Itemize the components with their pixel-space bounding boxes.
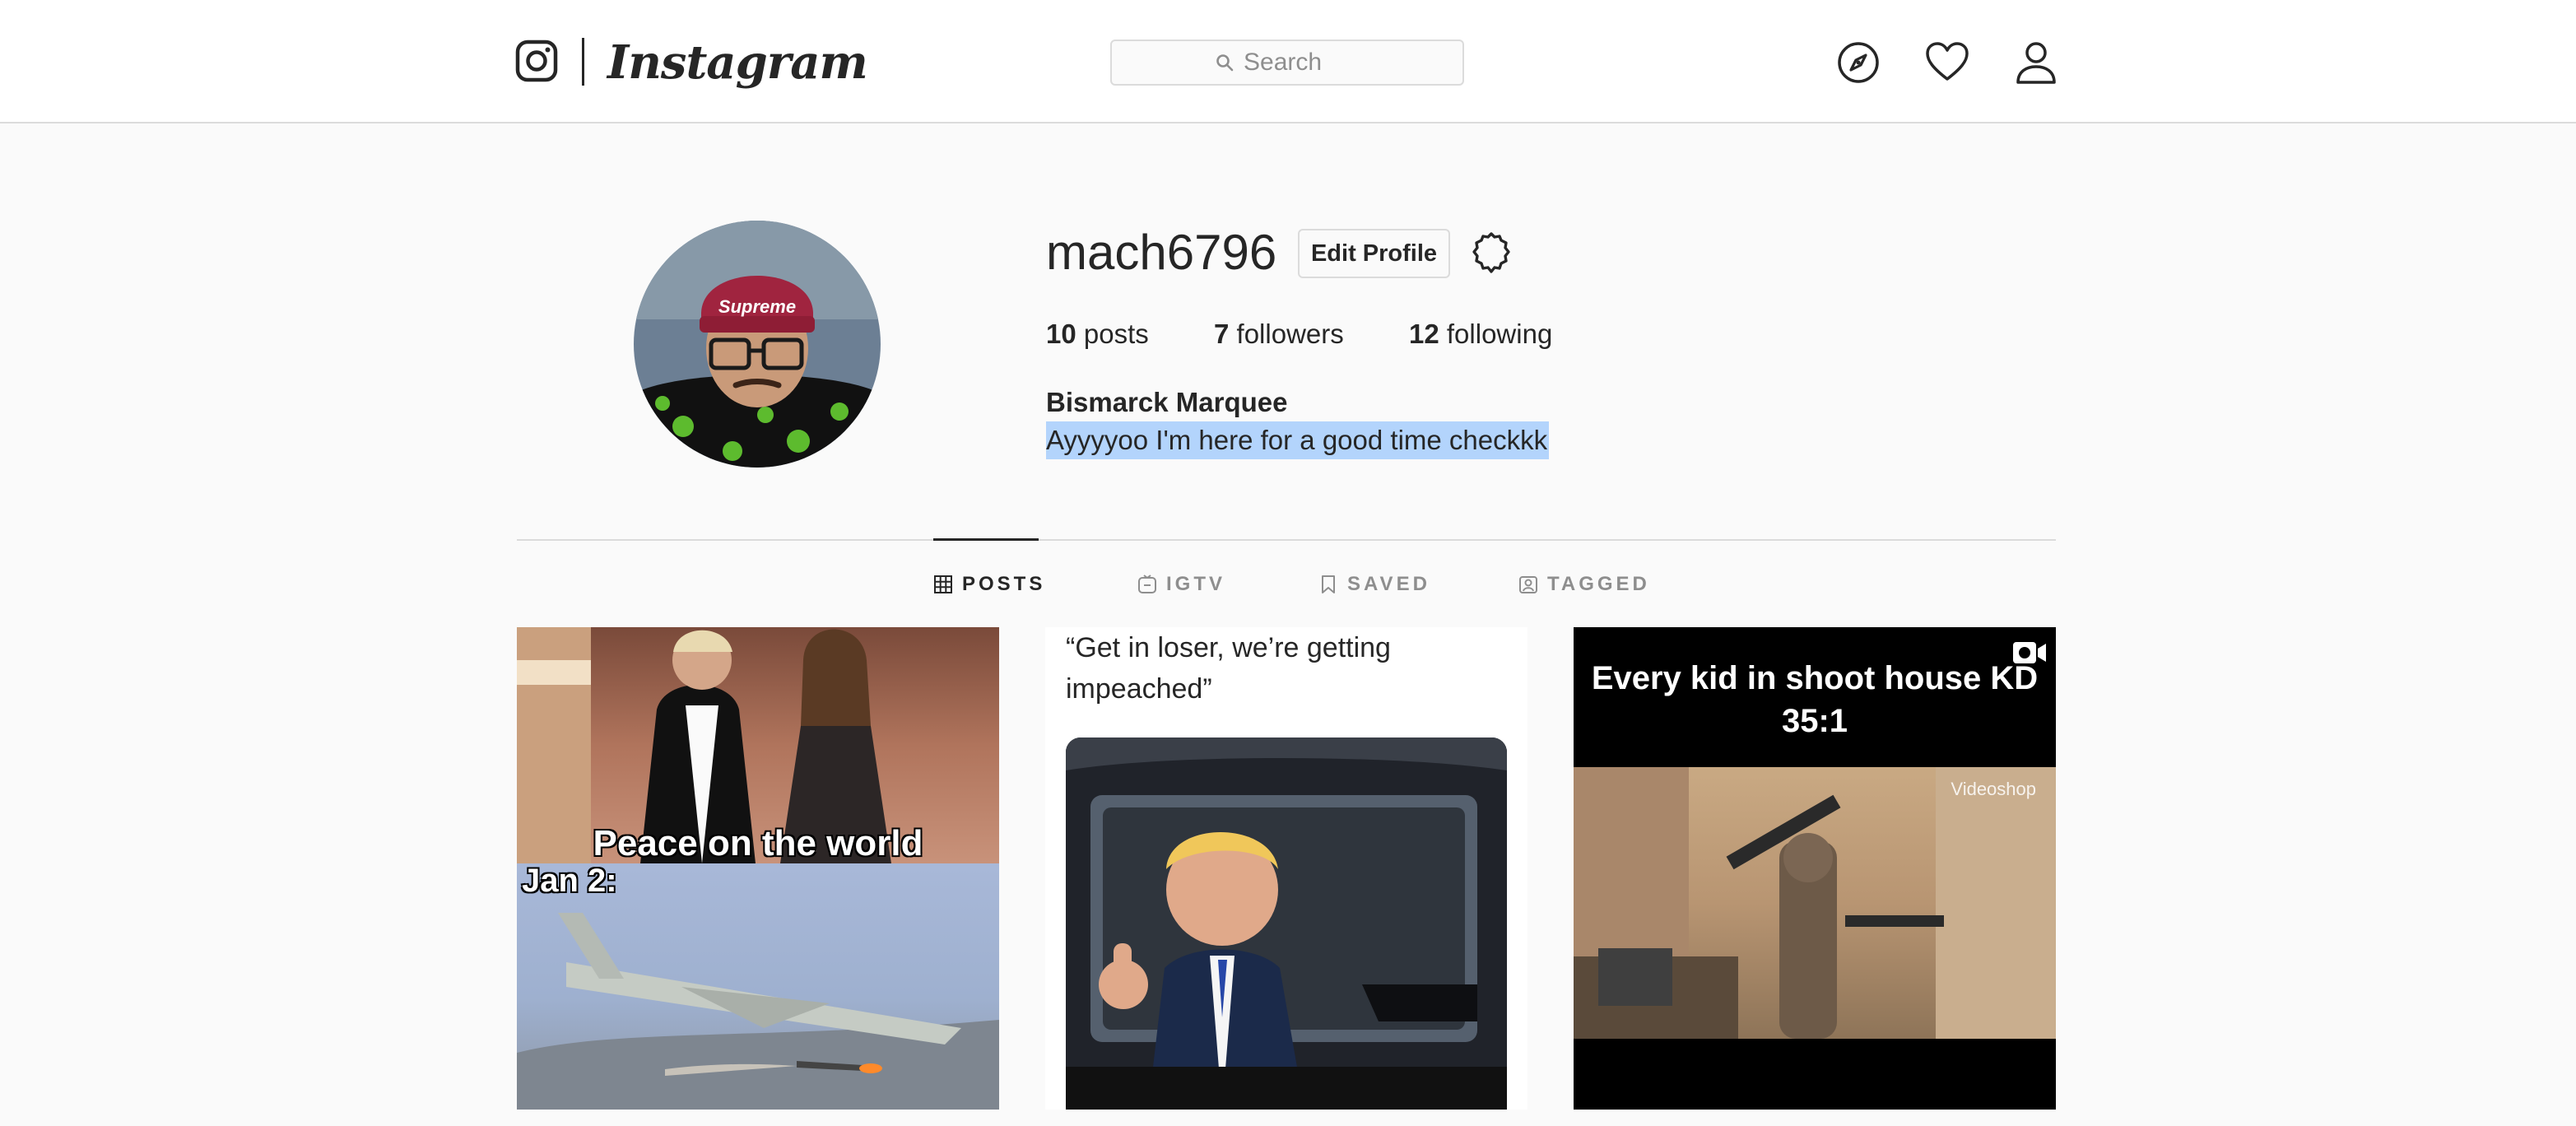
- tab-posts-label: POSTS: [962, 573, 1046, 595]
- active-tab-indicator: [933, 538, 1039, 541]
- post-thumbnail[interactable]: Every kid in shoot house KD 35:1 Videosh…: [1574, 627, 2056, 1110]
- followers-count-number: 7: [1214, 319, 1230, 349]
- profile-avatar[interactable]: Supreme: [634, 221, 881, 468]
- post-caption-bottom: Jan 2:: [522, 863, 617, 899]
- post-thumbnail[interactable]: Peace on the world Jan 2:: [517, 627, 999, 1110]
- following-count-number: 12: [1409, 319, 1439, 349]
- video-still: [1574, 767, 2056, 1039]
- igtv-icon: [1138, 575, 1156, 593]
- following-link[interactable]: 12 following: [1409, 316, 1552, 352]
- tab-igtv-label: IGTV: [1166, 573, 1226, 595]
- profile-full-name: Bismarck Marquee: [1046, 387, 1288, 417]
- tab-igtv[interactable]: IGTV: [1137, 568, 1225, 601]
- drone-photo: [517, 863, 999, 1110]
- edit-profile-button[interactable]: Edit Profile: [1298, 229, 1450, 278]
- post-quote-text: “Get in loser, we’re getting impeached”: [1066, 632, 1391, 705]
- post-video-title: Every kid in shoot house KD 35:1: [1591, 660, 2039, 739]
- tab-posts[interactable]: POSTS: [933, 568, 1045, 601]
- tab-tagged-label: TAGGED: [1547, 573, 1650, 595]
- instagram-glyph-icon[interactable]: [515, 40, 558, 82]
- avatar-photo: Supreme: [634, 221, 881, 468]
- profile-username: mach6796: [1046, 225, 1277, 280]
- tabs-divider: [517, 539, 2056, 541]
- posts-count-number: 10: [1046, 319, 1076, 349]
- tab-tagged[interactable]: TAGGED: [1518, 568, 1650, 601]
- explore-compass-icon[interactable]: [1836, 40, 1881, 85]
- gear-icon[interactable]: [1469, 230, 1514, 275]
- search-input[interactable]: [1244, 49, 1359, 77]
- post-caption-top: Peace on the world: [593, 823, 923, 863]
- logo-divider: [582, 38, 584, 86]
- tab-saved[interactable]: SAVED: [1318, 568, 1430, 601]
- grid-icon: [934, 575, 952, 593]
- video-watermark: Videoshop: [1951, 779, 2036, 799]
- car-photo: [1066, 737, 1507, 1110]
- profile-user-icon[interactable]: [2014, 40, 2058, 85]
- svg-text:Supreme: Supreme: [718, 296, 796, 317]
- post-thumbnail[interactable]: “Get in loser, we’re getting impeached”: [1045, 627, 1527, 1110]
- followers-link[interactable]: 7 followers: [1214, 316, 1344, 352]
- instagram-wordmark[interactable]: Instagram: [607, 30, 868, 95]
- tagged-icon: [1519, 576, 1537, 593]
- video-camera-icon: [2013, 642, 2046, 663]
- posts-count: 10 posts: [1046, 316, 1149, 352]
- activity-heart-icon[interactable]: [1925, 40, 1969, 85]
- bookmark-icon: [1322, 575, 1335, 593]
- followers-count-label: followers: [1236, 319, 1344, 349]
- profile-bio: Ayyyyoo I'm here for a good time checkkk: [1046, 421, 1550, 459]
- tab-saved-label: SAVED: [1347, 573, 1430, 595]
- search-box[interactable]: [1110, 40, 1464, 86]
- top-navigation-bar: Instagram: [0, 0, 2576, 123]
- posts-count-label: posts: [1083, 319, 1149, 349]
- search-icon: [1216, 54, 1234, 72]
- following-count-label: following: [1446, 319, 1553, 349]
